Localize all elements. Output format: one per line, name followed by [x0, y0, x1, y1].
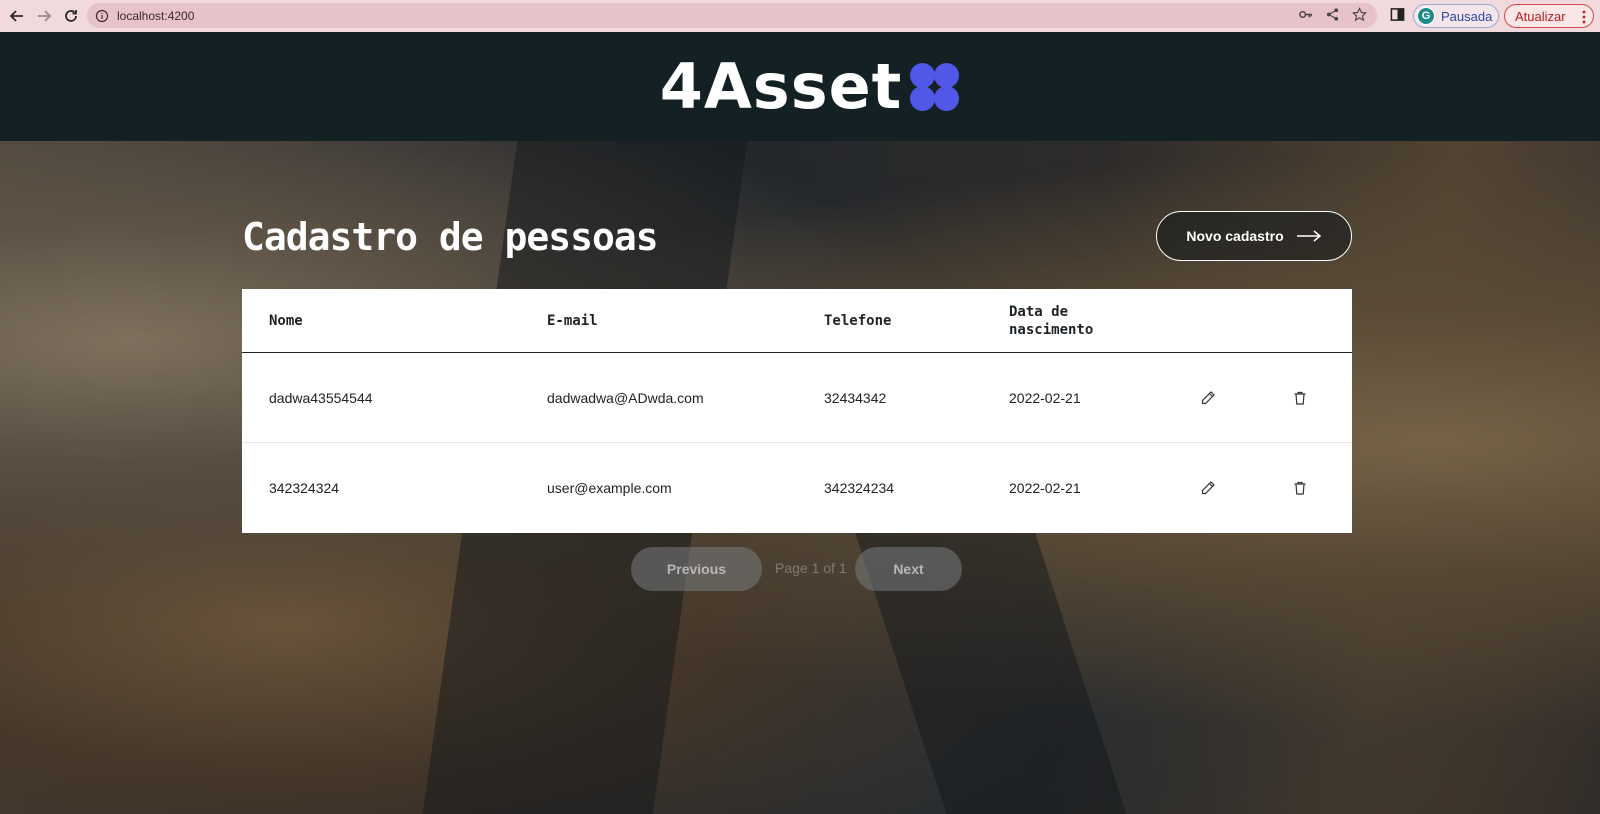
arrow-right-icon — [1296, 230, 1321, 242]
cell-nome: 342324324 — [269, 480, 340, 496]
reload-icon[interactable] — [58, 3, 84, 29]
url-text: localhost:4200 — [117, 8, 195, 23]
edit-icon[interactable] — [1199, 389, 1217, 407]
site-info-icon[interactable] — [95, 9, 109, 23]
new-registration-label: Novo cadastro — [1186, 228, 1284, 244]
table-row: 342324324 user@example.com 342324234 202… — [242, 443, 1352, 533]
profile-button[interactable]: G Pausada — [1413, 4, 1499, 28]
forward-icon[interactable] — [31, 3, 57, 29]
cell-nascimento: 2022-02-21 — [1009, 480, 1081, 496]
logo-text: 4Asset — [659, 49, 903, 123]
next-button[interactable]: Next — [855, 547, 962, 591]
update-label: Atualizar — [1515, 8, 1566, 24]
pagination: Previous Page 1 of 1 Next — [631, 547, 962, 591]
people-table: Nome E-mail Telefone Data de nascimento … — [242, 289, 1352, 533]
column-header-email: E-mail — [547, 312, 598, 329]
key-icon[interactable] — [1298, 7, 1313, 22]
kebab-menu-icon — [1582, 10, 1586, 24]
column-header-nascimento: Data de nascimento — [1009, 303, 1094, 338]
app-header: 4Asset — [0, 32, 1600, 141]
page-info: Page 1 of 1 — [775, 560, 847, 576]
cell-email: user@example.com — [547, 480, 672, 496]
trash-icon[interactable] — [1291, 389, 1309, 407]
column-header-telefone: Telefone — [824, 312, 892, 329]
cell-telefone: 32434342 — [824, 389, 887, 406]
address-bar[interactable]: localhost:4200 — [87, 3, 1377, 28]
share-icon[interactable] — [1325, 7, 1340, 22]
edit-icon[interactable] — [1199, 479, 1217, 497]
cell-telefone: 342324234 — [824, 480, 895, 496]
page-title: Cadastro de pessoas — [242, 215, 659, 259]
logo-mark-icon — [910, 62, 960, 111]
avatar: G — [1417, 7, 1435, 25]
back-icon[interactable] — [4, 3, 30, 29]
table-row: dadwa43554544 dadwadwa@ADwda.com 3243434… — [242, 353, 1352, 443]
browser-toolbar: localhost:4200 G Pausada Atualizar — [0, 0, 1600, 32]
update-button[interactable]: Atualizar — [1504, 4, 1594, 28]
logo[interactable]: 4Asset — [659, 49, 961, 123]
previous-button[interactable]: Previous — [631, 547, 762, 591]
new-registration-button[interactable]: Novo cadastro — [1156, 211, 1352, 261]
cell-nome: dadwa43554544 — [269, 389, 373, 406]
profile-label: Pausada — [1441, 8, 1493, 24]
table-header: Nome E-mail Telefone Data de nascimento — [242, 289, 1352, 353]
trash-icon[interactable] — [1291, 479, 1309, 497]
side-panel-icon[interactable] — [1390, 7, 1405, 22]
column-header-nome: Nome — [269, 312, 303, 329]
cell-email: dadwadwa@ADwda.com — [547, 389, 704, 406]
cell-nascimento: 2022-02-21 — [1009, 389, 1081, 406]
star-icon[interactable] — [1352, 7, 1367, 22]
